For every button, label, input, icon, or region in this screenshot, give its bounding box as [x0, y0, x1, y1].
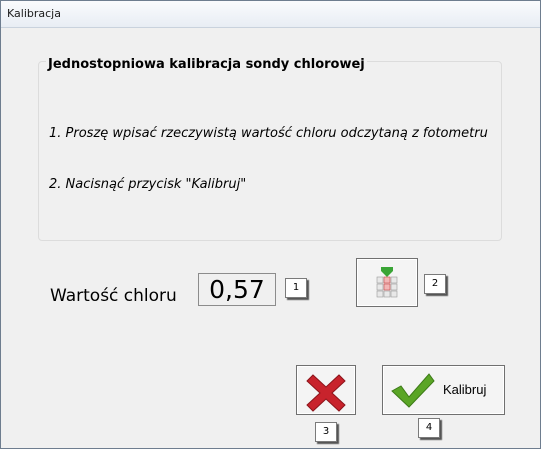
green-check-icon [391, 373, 435, 408]
kalibruj-button[interactable]: Kalibruj [382, 365, 505, 415]
badge-4: 4 [418, 418, 440, 438]
keypad-calculator-icon [376, 267, 398, 298]
red-x-icon [306, 374, 346, 412]
group-title: Jednostopniowa kalibracja sondy chlorowe… [46, 57, 367, 72]
badge-3: 3 [315, 422, 337, 442]
chlorine-value-label: Wartość chloru [50, 286, 177, 306]
title-bar: Kalibracja [1, 1, 540, 28]
window-title: Kalibracja [7, 7, 61, 20]
chlorine-value-field[interactable]: 0,57 [198, 273, 276, 306]
badge-1: 1 [285, 278, 307, 298]
badge-2: 2 [424, 274, 446, 294]
kalibruj-label: Kalibruj [443, 382, 487, 397]
cancel-button[interactable] [296, 365, 356, 415]
instructions-group [38, 61, 502, 241]
instruction-step-1: 1. Proszę wpisać rzeczywistą wartość chl… [49, 126, 488, 141]
keypad-button[interactable] [356, 258, 418, 307]
calibration-window: Kalibracja Jednostopniowa kalibracja son… [0, 0, 541, 449]
instruction-step-2: 2. Nacisnąć przycisk "Kalibruj" [49, 177, 247, 192]
